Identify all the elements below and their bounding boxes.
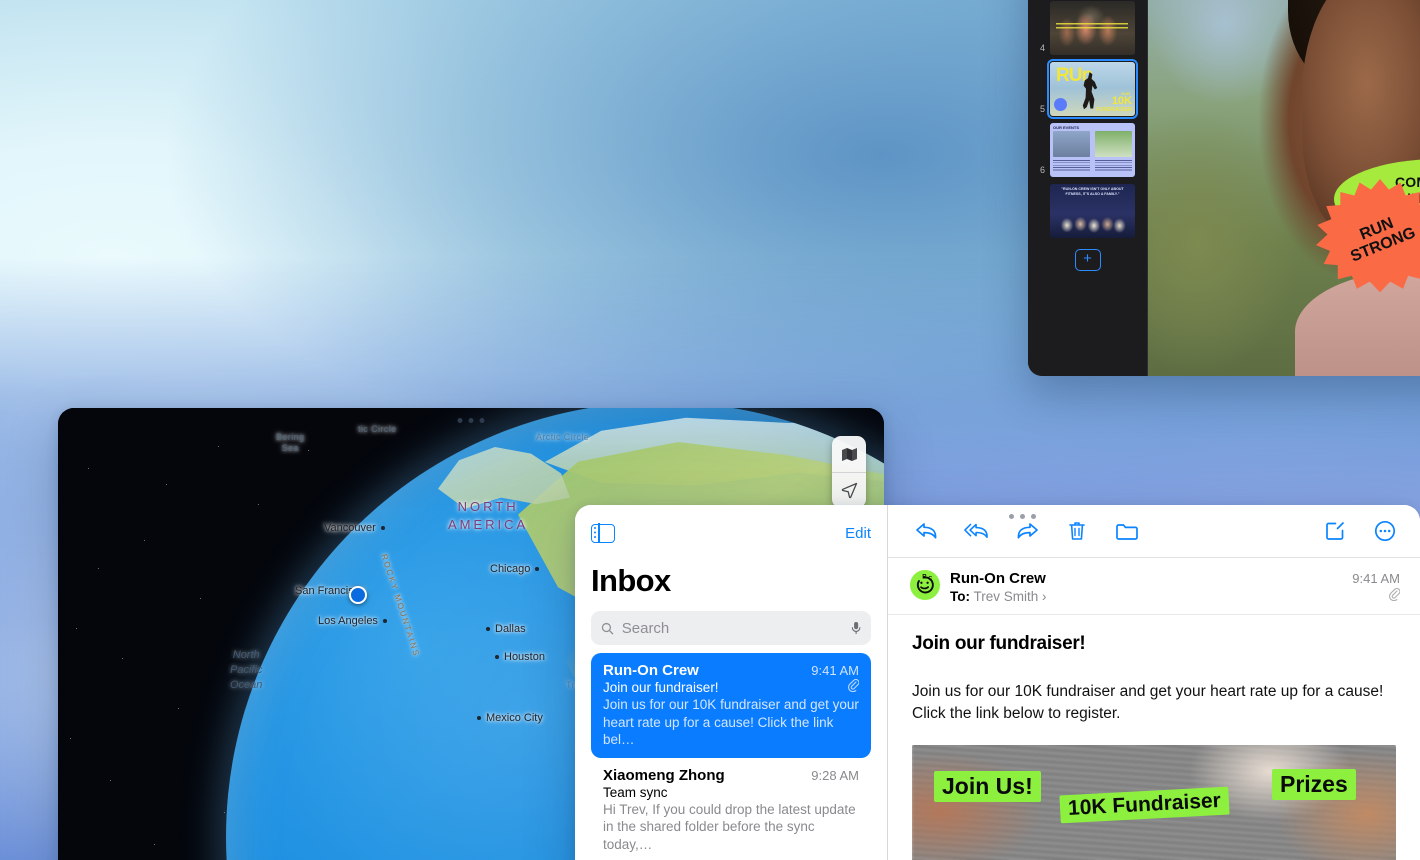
email-header: R C Run-On Crew 9:41 AM To: Trev Smith ›: [888, 557, 1420, 614]
more-button[interactable]: [1372, 518, 1398, 544]
map-label-north-america: NORTH AMERICA: [448, 499, 529, 532]
slide-thumbnail-5[interactable]: RUn OUR 10K FUNDRAISER: [1047, 59, 1138, 119]
map-label-chicago: Chicago: [490, 563, 540, 575]
slide-star-text: RUN STRONG: [1347, 215, 1418, 266]
email-banner-image[interactable]: Join Us! 10K Fundraiser Prizes: [912, 745, 1396, 860]
reply-button[interactable]: [914, 518, 940, 544]
message-subject: Join our fundraiser!: [603, 680, 719, 695]
map-controls[interactable]: [832, 436, 866, 508]
recipient-name: Trev Smith: [973, 588, 1039, 604]
mail-reading-pane[interactable]: R C Run-On Crew 9:41 AM To: Trev Smith ›: [888, 505, 1420, 860]
compose-button[interactable]: [1322, 518, 1348, 544]
slide-5-content: RU C COMMUNITYFUNDRAISER10K RUN RUNSTRON…: [1148, 0, 1420, 376]
slide-number: [1036, 236, 1045, 238]
map-label-arctic-circle: Arctic Circle: [536, 432, 590, 442]
slide-number: 6: [1039, 165, 1045, 175]
message-row[interactable]: Xiaomeng Zhong 9:28 AM Team sync Hi Trev…: [591, 758, 871, 860]
mailbox-title: Inbox: [591, 563, 671, 598]
mail-window-drag-handle[interactable]: [1009, 514, 1036, 519]
map-label-dallas: Dallas: [486, 623, 526, 635]
email-sender: Run-On Crew: [950, 570, 1046, 587]
email-recipient[interactable]: To: Trev Smith ›: [950, 589, 1047, 604]
maps-window-drag-handle[interactable]: [457, 418, 485, 423]
locate-me-button[interactable]: [832, 472, 866, 508]
search-bar[interactable]: [591, 611, 871, 645]
current-location-pin[interactable]: [349, 586, 367, 604]
message-time: 9:28 AM: [811, 767, 859, 783]
map-label-houston: Houston: [495, 651, 545, 663]
search-icon: [601, 622, 614, 634]
to-label: To:: [950, 588, 970, 604]
slide-thumbnail-item[interactable]: "RUN-ON CREW ISN'T ONLY ABOUT FITNESS, I…: [1028, 184, 1147, 238]
banner-tag-10k-fundraiser: 10K Fundraiser: [1059, 786, 1230, 824]
desktop: 3 COMMUNITY 4 5 RUn O: [0, 0, 1420, 860]
slide-thumbnail-item[interactable]: 5 RUn OUR 10K FUNDRAISER: [1028, 59, 1147, 119]
add-slide-button[interactable]: +: [1074, 249, 1101, 271]
svg-text:C: C: [928, 576, 932, 582]
avatar[interactable]: R C: [910, 570, 940, 600]
slide-thumbnail-6[interactable]: OUR EVENTS: [1050, 123, 1135, 177]
svg-text:R: R: [922, 575, 927, 581]
paperclip-icon: [848, 678, 860, 695]
mail-message-list[interactable]: Edit Inbox Search Run-On Crew 9:41 AM Jo…: [575, 505, 888, 860]
folder-button[interactable]: [1114, 518, 1140, 544]
email-time: 9:41 AM: [1352, 571, 1400, 586]
map-label-tic-circle: tic Circle: [358, 424, 397, 434]
mail-toolbar[interactable]: [888, 505, 1420, 557]
email-body-text: Join us for our 10K fundraiser and get y…: [912, 683, 1384, 722]
microphone-icon: [851, 622, 861, 635]
map-label-north-pacific-ocean: North Pacific Ocean: [230, 649, 263, 691]
message-preview: Join us for our 10K fundraiser and get y…: [603, 697, 859, 748]
slide-navigator[interactable]: 3 COMMUNITY 4 5 RUn O: [1028, 0, 1148, 376]
map-label-bering-sea: Bering Sea: [276, 432, 305, 454]
map-label-los-angeles: Los Angeles: [318, 615, 387, 627]
message-preview: Hi Trev, If you could drop the latest up…: [603, 801, 856, 852]
slide-number: 4: [1039, 43, 1045, 53]
search-input[interactable]: [621, 619, 843, 637]
paperclip-icon[interactable]: [1389, 587, 1401, 604]
map-mode-button[interactable]: [832, 436, 866, 472]
slide-thumbnail-item[interactable]: 6 OUR EVENTS: [1028, 123, 1147, 177]
message-sender: Xiaomeng Zhong: [603, 766, 725, 784]
message-time: 9:41 AM: [811, 663, 859, 678]
message-subject: Team sync: [603, 784, 668, 800]
email-body: Join our fundraiser! Join us for our 10K…: [888, 614, 1420, 860]
slide-thumbnail-7[interactable]: "RUN-ON CREW ISN'T ONLY ABOUT FITNESS, I…: [1050, 184, 1135, 238]
message-rows[interactable]: Run-On Crew 9:41 AM Join our fundraiser!…: [591, 653, 871, 860]
message-sender: Run-On Crew: [603, 662, 699, 679]
sidebar-toggle-icon[interactable]: [591, 522, 615, 544]
banner-tag-join-us: Join Us!: [934, 771, 1041, 802]
reply-all-button[interactable]: [964, 518, 990, 544]
email-subject: Join our fundraiser!: [912, 633, 1086, 654]
message-row-selected[interactable]: Run-On Crew 9:41 AM Join our fundraiser!…: [591, 653, 871, 758]
mail-window[interactable]: Edit Inbox Search Run-On Crew 9:41 AM Jo…: [575, 505, 1420, 860]
trash-button[interactable]: [1064, 518, 1090, 544]
keynote-window[interactable]: 3 COMMUNITY 4 5 RUn O: [1028, 0, 1420, 376]
map-label-vancouver: Vancouver: [324, 522, 385, 534]
banner-tag-prizes: Prizes: [1272, 769, 1356, 800]
forward-button[interactable]: [1014, 518, 1040, 544]
edit-button[interactable]: Edit: [845, 525, 871, 542]
slide-thumbnail-4[interactable]: [1050, 1, 1135, 55]
slide-thumbnail-item[interactable]: 4: [1028, 1, 1147, 55]
slide-canvas[interactable]: RU C COMMUNITYFUNDRAISER10K RUN RUNSTRON…: [1148, 0, 1420, 376]
slide-number: 5: [1039, 104, 1045, 114]
map-label-mexico-city: Mexico City: [477, 712, 543, 724]
